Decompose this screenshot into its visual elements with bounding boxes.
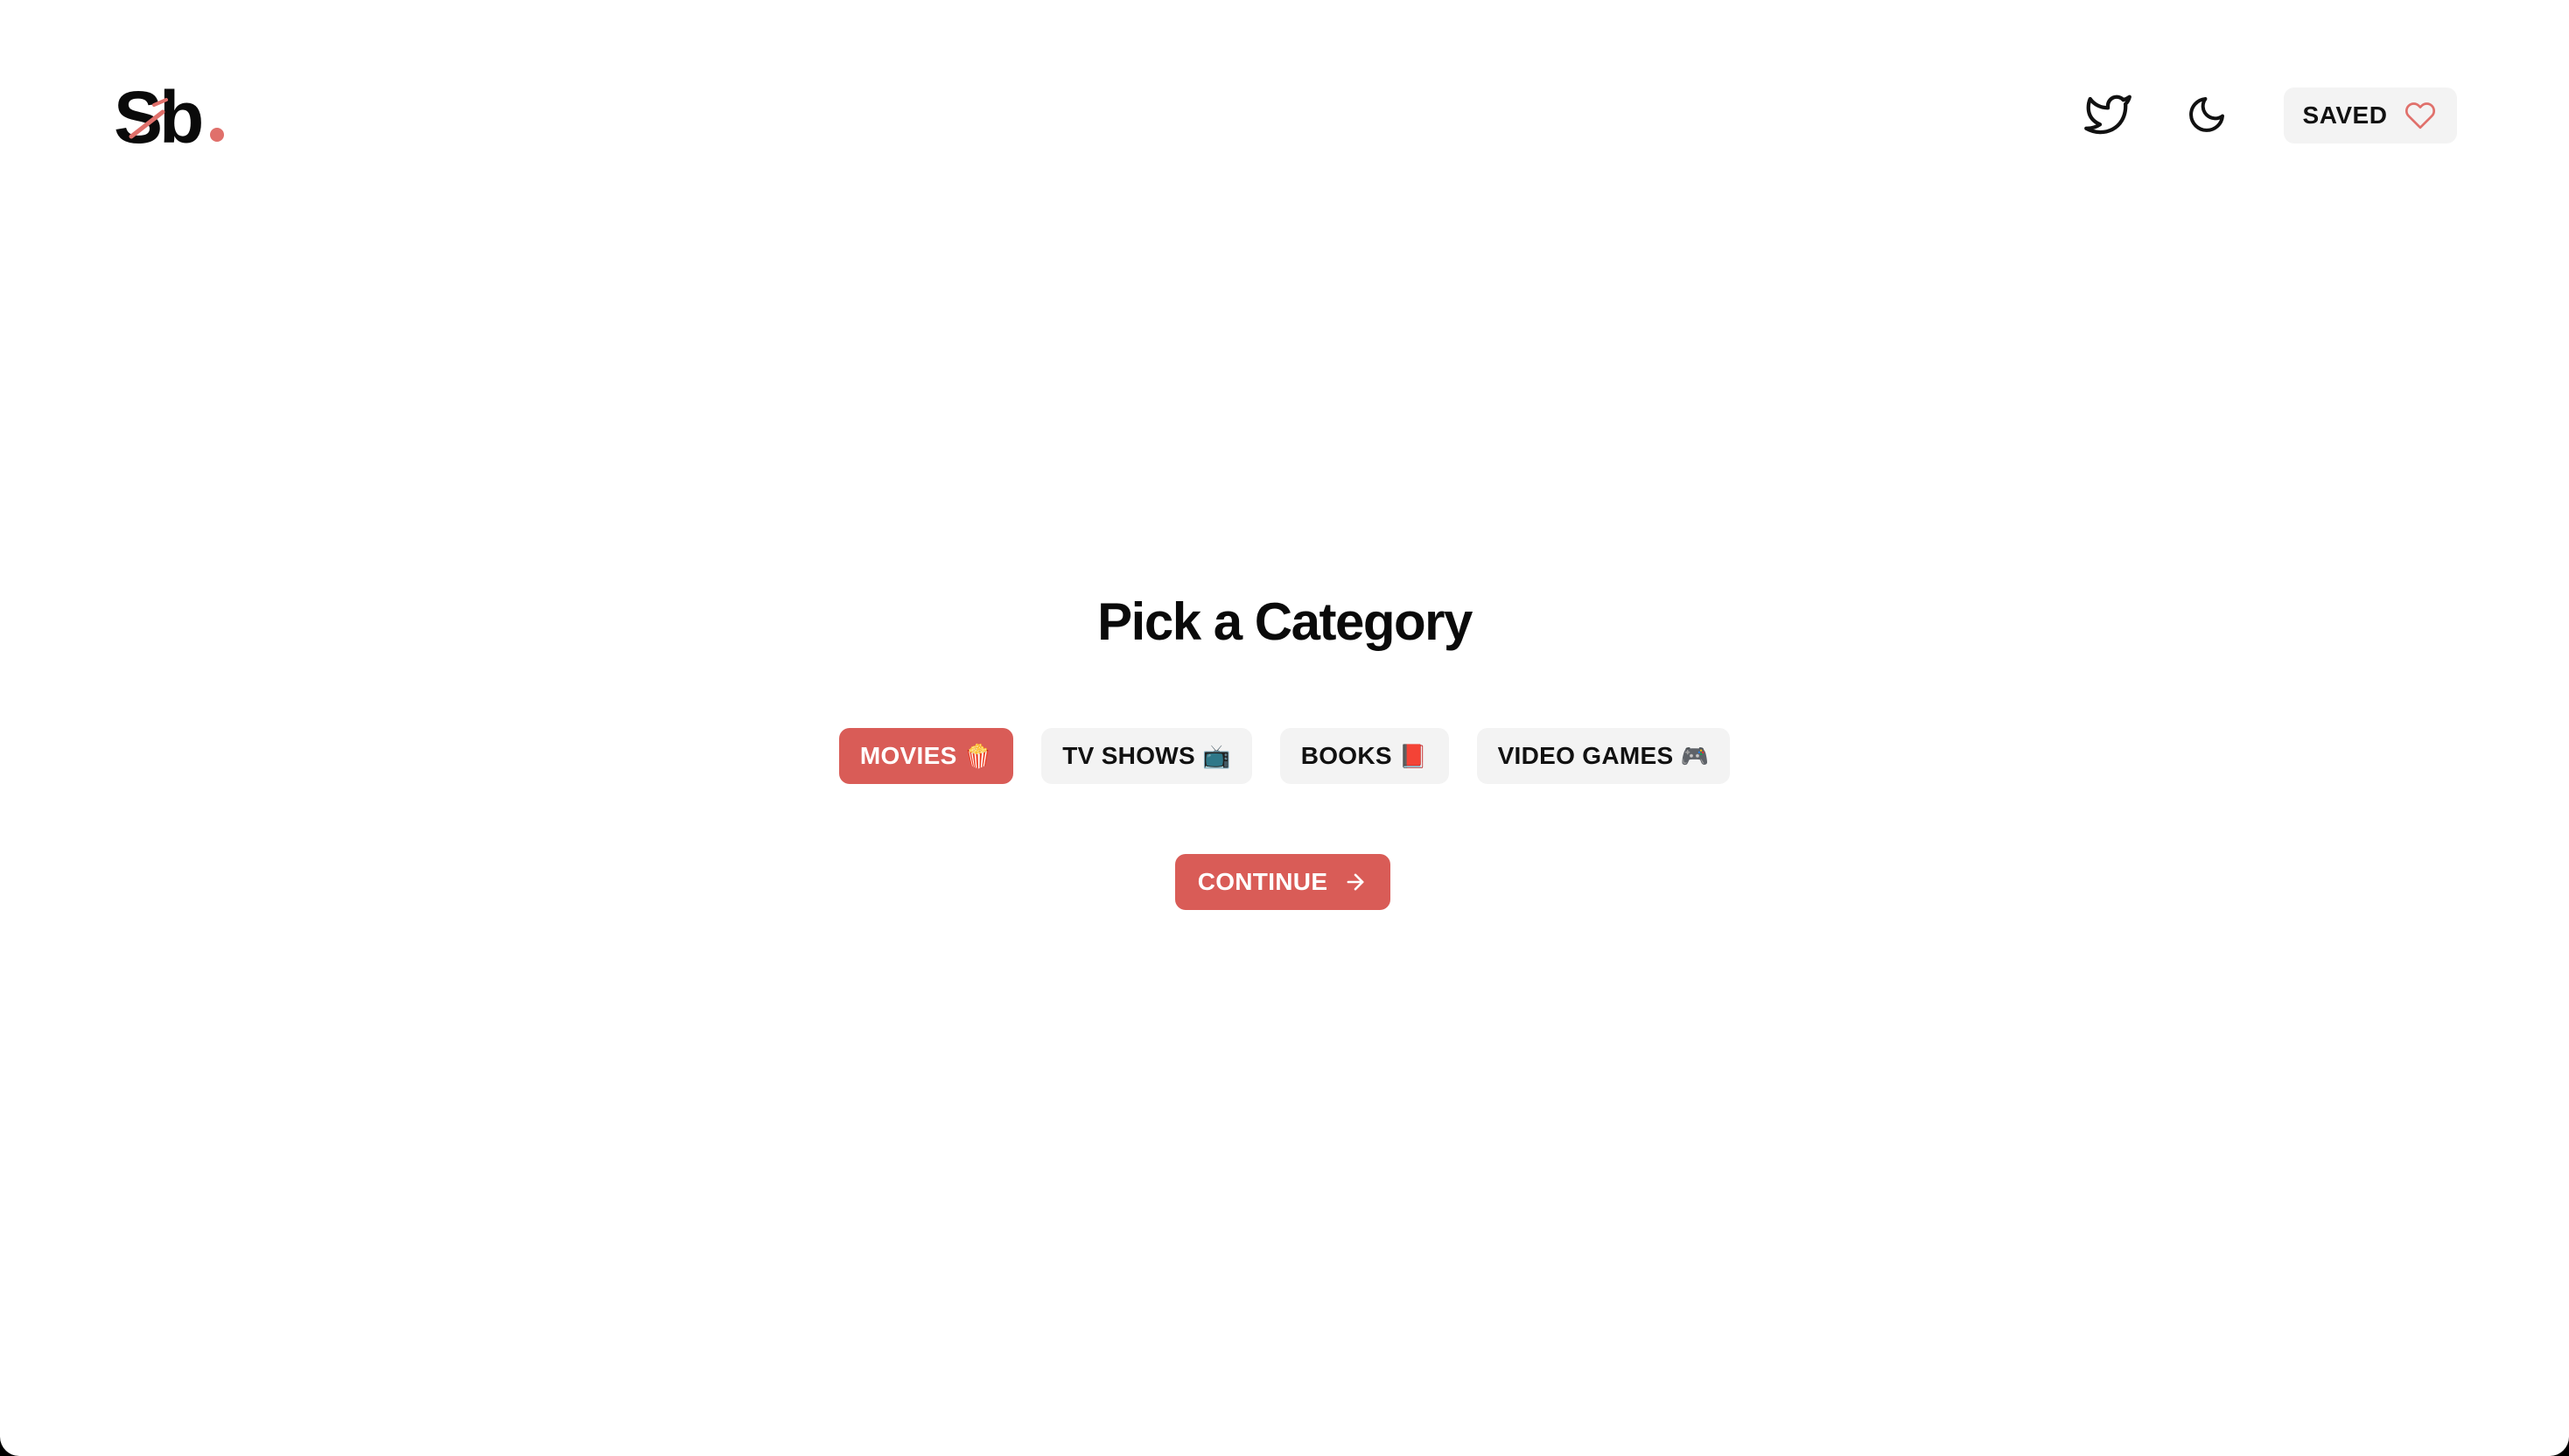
game-controller-icon: 🎮 <box>1680 742 1710 769</box>
category-chip-video-games[interactable]: VIDEO GAMES 🎮 <box>1476 728 1731 784</box>
tv-icon: 📺 <box>1202 742 1231 769</box>
app-window: Sb SAVED Pick a Category MOVIES 🍿 TV SHO… <box>0 0 2569 1456</box>
continue-label: CONTINUE <box>1197 868 1328 895</box>
category-chip-books[interactable]: BOOKS 📕 <box>1279 728 1449 784</box>
popcorn-icon: 🍿 <box>963 742 993 769</box>
chip-label: MOVIES <box>859 742 957 769</box>
page-title: Pick a Category <box>1097 592 1473 651</box>
logo-dot <box>210 128 224 142</box>
twitter-icon[interactable] <box>2082 91 2133 138</box>
category-chip-group: MOVIES 🍿 TV SHOWS 📺 BOOKS 📕 VIDEO GAMES … <box>0 728 2569 784</box>
arrow-right-icon <box>1347 873 1364 891</box>
book-icon: 📕 <box>1398 742 1428 769</box>
chip-label: BOOKS <box>1300 742 1392 769</box>
logo-slash-mark <box>129 98 168 139</box>
heart-icon <box>2405 102 2436 130</box>
logo[interactable]: Sb <box>114 80 236 154</box>
saved-button[interactable]: SAVED <box>2284 88 2457 144</box>
saved-label: SAVED <box>2302 102 2388 129</box>
chip-label: VIDEO GAMES <box>1497 742 1674 769</box>
category-chip-tv-shows[interactable]: TV SHOWS 📺 <box>1041 728 1252 784</box>
moon-icon[interactable] <box>2186 93 2228 136</box>
page-background: Sb SAVED Pick a Category MOVIES 🍿 TV SHO… <box>0 0 2569 1456</box>
continue-button[interactable]: CONTINUE <box>1175 854 1390 910</box>
category-chip-movies[interactable]: MOVIES 🍿 <box>838 728 1014 784</box>
chip-label: TV SHOWS <box>1062 742 1195 769</box>
